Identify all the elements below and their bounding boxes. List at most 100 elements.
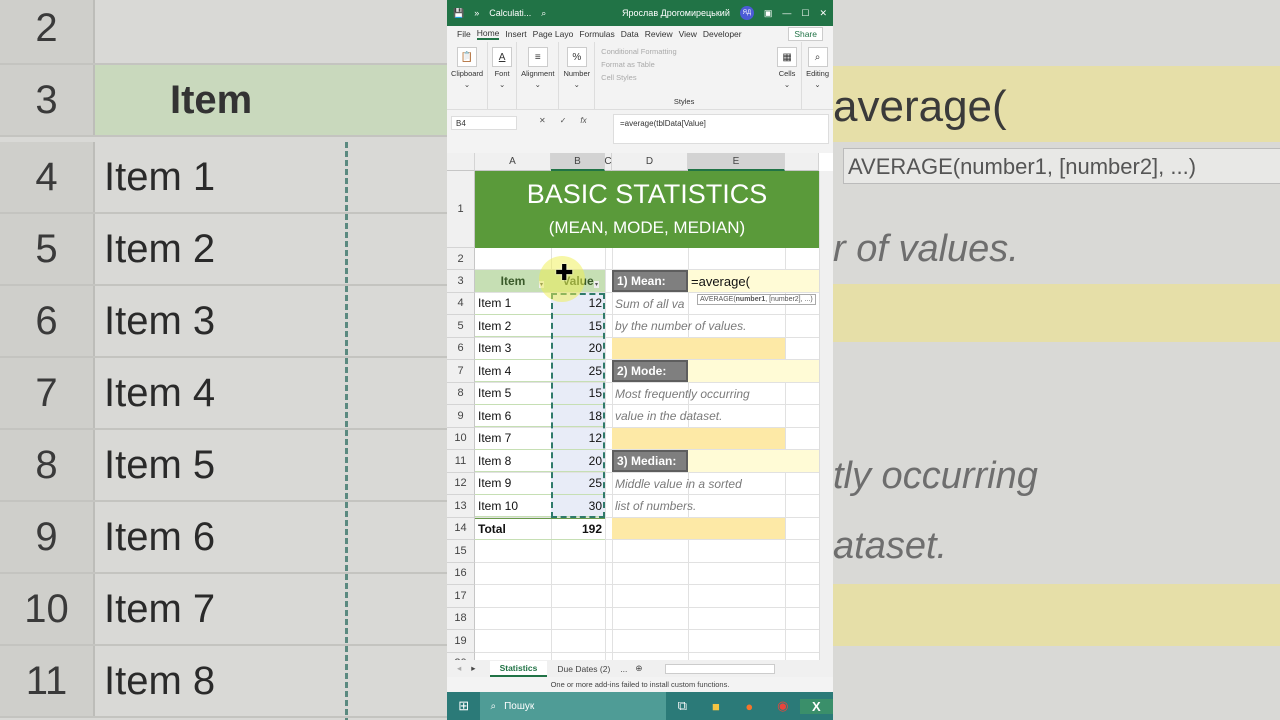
tab-developer[interactable]: Developer — [703, 29, 742, 39]
mean-result-cell[interactable] — [612, 337, 785, 359]
row-header[interactable]: 5 — [447, 315, 475, 338]
file-explorer-icon[interactable]: ■ — [699, 699, 732, 714]
vertical-scrollbar[interactable] — [819, 171, 833, 660]
table-cell-item[interactable]: Item 5 — [475, 383, 551, 405]
table-cell-item[interactable]: Item 6 — [475, 405, 551, 427]
windows-start-icon[interactable]: ⊞ — [447, 698, 480, 714]
firefox-icon[interactable]: ● — [733, 699, 766, 714]
avatar[interactable]: ЯД — [739, 6, 754, 20]
chrome-icon[interactable]: ◉ — [766, 698, 799, 714]
user-name: Ярослав Дрогомирецький — [622, 8, 730, 18]
sheet-tab-statistics[interactable]: Statistics — [489, 660, 548, 677]
cell-styles-button[interactable]: Cell Styles — [601, 73, 767, 82]
table-cell-item[interactable]: Item 3 — [475, 338, 551, 360]
col-header-d[interactable]: D — [612, 153, 688, 171]
formula-input[interactable]: =average(tblData[Value] — [613, 114, 829, 144]
clipboard-group[interactable]: 📋 Clipboard ⌄ — [447, 42, 489, 109]
maximize-button[interactable]: ☐ — [801, 8, 809, 19]
minimize-button[interactable]: — — [782, 8, 791, 18]
tab-file[interactable]: File — [457, 29, 471, 39]
row-header[interactable]: 4 — [447, 292, 475, 315]
title-bar: 💾 » Calculati... ⌕ Ярослав Дрогомирецьки… — [447, 0, 833, 26]
table-cell-item[interactable]: Item 7 — [475, 428, 551, 450]
cells-group[interactable]: ▦ Cells ⌄ — [773, 42, 803, 109]
median-description: Middle value in a sorted — [615, 476, 742, 491]
row-header[interactable]: 16 — [447, 562, 475, 585]
select-all[interactable] — [447, 153, 475, 171]
table-cell-item[interactable]: Item 10 — [475, 495, 551, 517]
excel-icon[interactable]: X — [799, 698, 834, 714]
col-header-b[interactable]: B — [551, 153, 605, 171]
taskbar-search[interactable]: ⌕ Пошук — [480, 692, 666, 720]
alignment-icon: ≡ — [527, 47, 548, 67]
row-header[interactable]: 18 — [447, 607, 475, 630]
add-sheet-icon[interactable]: ⊕ — [627, 663, 650, 674]
total-value[interactable]: 192 — [551, 517, 605, 540]
enter-icon[interactable]: ✓ — [560, 116, 567, 125]
median-input-cell[interactable] — [688, 450, 819, 472]
row-header[interactable]: 7 — [447, 360, 475, 383]
row-header[interactable]: 2 — [447, 248, 475, 270]
sheet-tab-due-dates[interactable]: Due Dates (2) — [547, 662, 620, 676]
horizontal-scrollbar[interactable] — [664, 663, 775, 674]
median-description: list of numbers. — [615, 499, 697, 513]
row-header[interactable]: 3 — [447, 270, 475, 293]
mean-description: by the number of values. — [615, 319, 747, 333]
table-cell-item[interactable]: Item 8 — [475, 450, 551, 472]
more-icon[interactable]: » — [474, 8, 479, 18]
function-tooltip[interactable]: AVERAGE(number1, [number2], ...) — [697, 293, 816, 305]
col-header-e[interactable]: E — [688, 153, 785, 171]
tab-insert[interactable]: Insert — [505, 29, 526, 39]
format-as-table-button[interactable]: Format as Table — [601, 60, 767, 69]
close-button[interactable]: ✕ — [819, 8, 827, 19]
col-header-a[interactable]: A — [475, 153, 551, 171]
table-cell-item[interactable]: Item 4 — [475, 360, 551, 382]
title-banner: BASIC STATISTICS (MEAN, MODE, MEDIAN) — [475, 171, 819, 248]
tab-review[interactable]: Review — [645, 29, 673, 39]
font-group[interactable]: A Font ⌄ — [488, 42, 518, 109]
row-header[interactable]: 8 — [447, 382, 475, 405]
tab-view[interactable]: View — [679, 29, 697, 39]
mean-input-cell[interactable]: =average( — [688, 270, 819, 292]
filter-dropdown-icon[interactable]: ▾ — [594, 281, 600, 288]
row-header[interactable]: 6 — [447, 337, 475, 360]
row-header[interactable]: 17 — [447, 585, 475, 608]
table-cell-item[interactable]: Item 1 — [475, 293, 551, 315]
row-header[interactable]: 10 — [447, 427, 475, 450]
col-header-f[interactable] — [785, 153, 819, 171]
more-sheets[interactable]: ... — [620, 664, 627, 674]
row-header[interactable]: 14 — [447, 517, 475, 540]
tab-home[interactable]: Home — [476, 28, 500, 40]
tab-data[interactable]: Data — [621, 29, 639, 39]
tab-formulas[interactable]: Formulas — [579, 29, 614, 39]
number-group[interactable]: % Number ⌄ — [559, 42, 596, 109]
bg-item: Item 1 — [104, 154, 216, 199]
alignment-group[interactable]: ≡ Alignment ⌄ — [517, 42, 560, 109]
task-view-icon[interactable]: ⧉ — [666, 698, 699, 714]
share-button[interactable]: Share — [788, 27, 823, 41]
row-header[interactable]: 1 — [447, 171, 475, 248]
bg-desc: r of values. — [833, 228, 1019, 270]
col-header-c[interactable]: C — [604, 153, 612, 171]
save-icon[interactable]: 💾 — [453, 8, 464, 19]
mode-result-cell[interactable] — [612, 427, 785, 449]
search-icon[interactable]: ⌕ — [541, 8, 546, 19]
function-icon[interactable]: fx — [580, 116, 586, 125]
editing-group[interactable]: ⌕ Editing ⌄ — [802, 42, 833, 109]
row-header[interactable]: 19 — [447, 630, 475, 653]
mode-input-cell[interactable] — [688, 360, 819, 382]
row-header[interactable]: 13 — [447, 495, 475, 518]
table-cell-item[interactable]: Item 2 — [475, 315, 551, 337]
tab-page-layout[interactable]: Page Layo — [533, 29, 574, 39]
name-box[interactable]: B4 — [451, 116, 517, 130]
ribbon-display-icon[interactable]: ▣ — [764, 8, 773, 19]
row-header[interactable]: 9 — [447, 405, 475, 428]
row-header[interactable]: 12 — [447, 472, 475, 495]
cancel-icon[interactable]: ✕ — [539, 116, 546, 125]
row-header[interactable]: 15 — [447, 540, 475, 563]
row-header[interactable]: 11 — [447, 450, 475, 473]
total-label[interactable]: Total — [475, 517, 551, 540]
table-cell-item[interactable]: Item 9 — [475, 473, 551, 495]
median-result-cell[interactable] — [612, 517, 785, 539]
conditional-formatting-button[interactable]: Conditional Formatting — [601, 47, 767, 56]
